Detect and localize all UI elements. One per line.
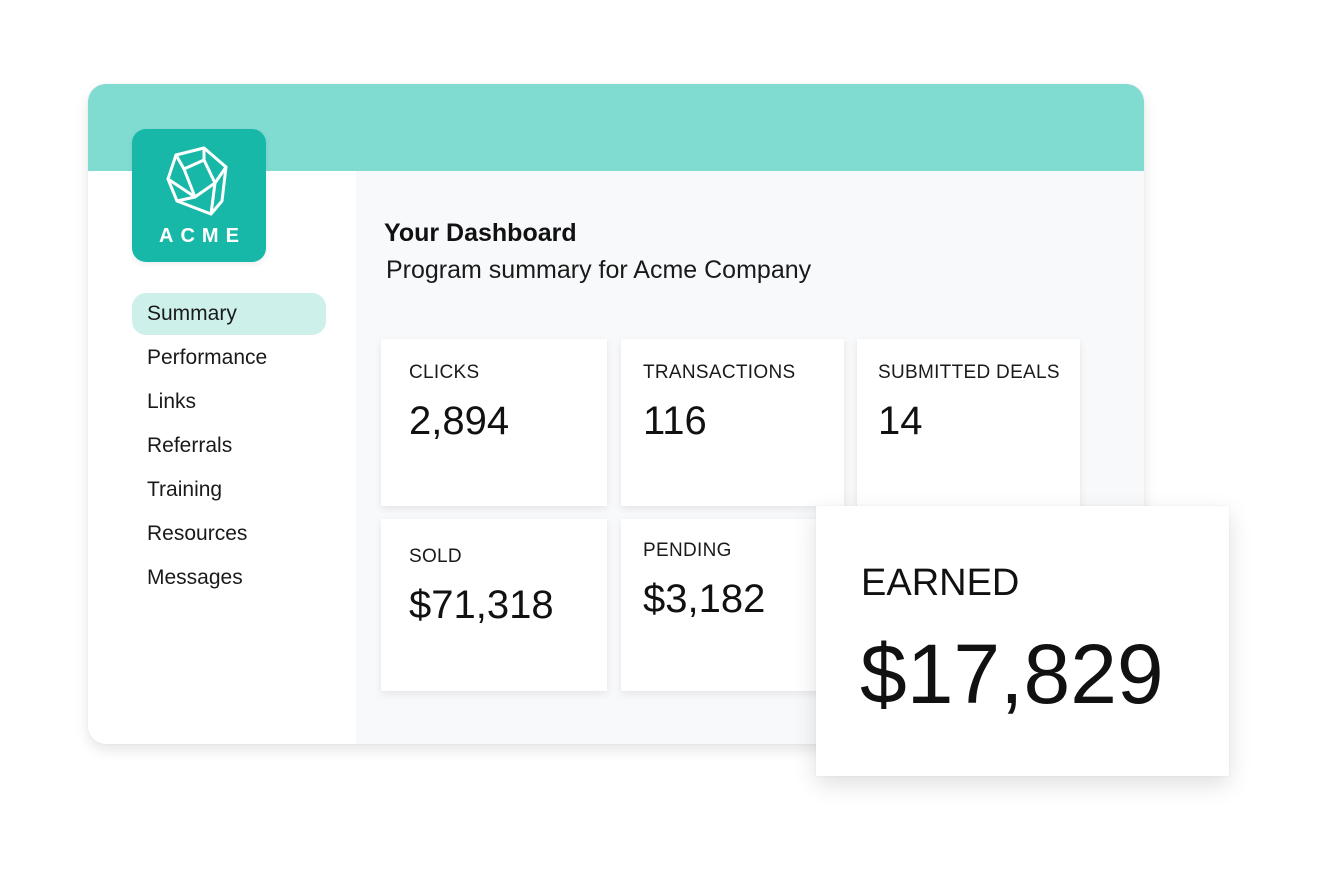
clicks-card: CLICKS 2,894	[381, 339, 607, 506]
clicks-label: CLICKS	[409, 362, 480, 383]
earned-card: EARNED $17,829	[816, 506, 1229, 776]
sidebar-item-messages[interactable]: Messages	[132, 557, 326, 599]
sidebar-nav: Summary Performance Links Referrals Trai…	[132, 293, 326, 601]
sidebar-item-referrals[interactable]: Referrals	[132, 425, 326, 467]
transactions-label: TRANSACTIONS	[643, 362, 796, 383]
cube-icon	[166, 146, 228, 216]
submitted-deals-card: SUBMITTED DEALS 14	[857, 339, 1080, 506]
page-title: Your Dashboard	[384, 219, 577, 247]
submitted-deals-value: 14	[878, 399, 923, 443]
earned-label: EARNED	[861, 562, 1020, 604]
transactions-card: TRANSACTIONS 116	[621, 339, 844, 506]
earned-value: $17,829	[860, 627, 1164, 721]
acme-logo[interactable]: ACME	[132, 129, 266, 262]
sold-card: SOLD $71,318	[381, 519, 607, 691]
sold-label: SOLD	[409, 546, 462, 567]
sidebar-item-performance[interactable]: Performance	[132, 337, 326, 379]
clicks-value: 2,894	[409, 399, 510, 443]
pending-value: $3,182	[643, 577, 766, 621]
sidebar-item-links[interactable]: Links	[132, 381, 326, 423]
sidebar-item-resources[interactable]: Resources	[132, 513, 326, 555]
sidebar-item-training[interactable]: Training	[132, 469, 326, 511]
transactions-value: 116	[643, 399, 707, 443]
submitted-deals-label: SUBMITTED DEALS	[878, 362, 1060, 383]
page-subtitle: Program summary for Acme Company	[386, 256, 812, 284]
pending-label: PENDING	[643, 540, 732, 561]
sold-value: $71,318	[409, 583, 554, 627]
sidebar-item-summary[interactable]: Summary	[132, 293, 326, 335]
logo-text: ACME	[159, 225, 246, 247]
pending-card: PENDING $3,182	[621, 519, 844, 691]
